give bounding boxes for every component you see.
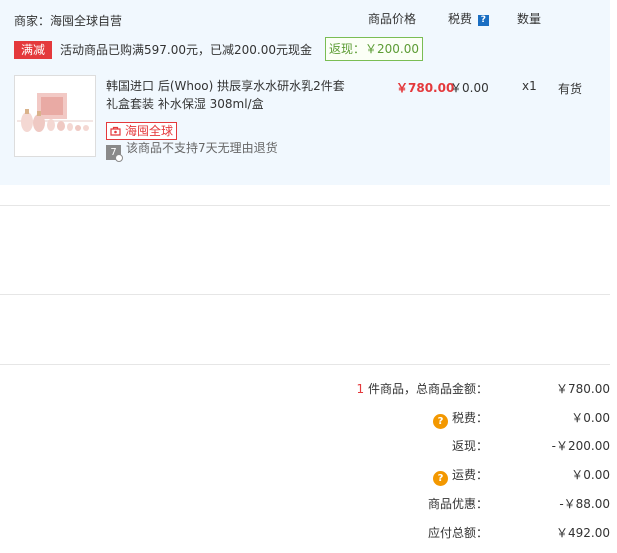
- section-divider: [0, 364, 610, 365]
- summary-shipping-label: ? 运费：: [432, 465, 488, 486]
- merchant-info: 商家：海囤全球自营: [14, 12, 122, 29]
- product-thumbnail[interactable]: [14, 75, 96, 157]
- shipping-label: 运费：: [451, 468, 488, 482]
- stock-status: 有货: [558, 82, 583, 96]
- global-tag-label: 海囤全球: [125, 124, 174, 138]
- no-return-notice: 7 该商品不支持7天无理由退货: [106, 140, 278, 162]
- column-header-quantity: 数量: [517, 12, 542, 26]
- promotion-text: 活动商品已购满597.00元，已减200.00元现金: [60, 43, 312, 57]
- rebate-badge: 返现：￥200.00: [325, 37, 423, 61]
- discount-label: 商品优惠：: [427, 497, 488, 511]
- summary-tax-row: ? 税费： ￥0.00: [330, 408, 610, 429]
- no-mark-icon: [115, 154, 123, 162]
- tax-info-icon[interactable]: ?: [432, 414, 448, 429]
- product-title[interactable]: 韩国进口 后(Whoo) 拱辰享水水研水乳2件套礼盒套装 补水保湿 308ml/…: [106, 77, 351, 113]
- tax-help-icon[interactable]: ?: [477, 15, 489, 26]
- section-divider: [0, 294, 610, 295]
- summary-items-label: 1 件商品，总商品金额：: [357, 379, 488, 399]
- items-total-label: 件商品，总商品金额：: [364, 382, 488, 396]
- summary-discount-row: 商品优惠： -￥88.00: [330, 494, 610, 514]
- column-header-tax-label: 税费: [448, 12, 473, 26]
- summary-tax-label: ? 税费：: [432, 408, 488, 429]
- items-total-value: ￥780.00: [556, 382, 610, 396]
- merchant-label: 商家：: [14, 14, 51, 28]
- order-product-block: 商家：海囤全球自营 商品价格 税费 ? 数量 满减 活动商品已购满597.00元…: [0, 0, 610, 185]
- discount-value: -￥88.00: [559, 497, 610, 511]
- payable-value: ￥492.00: [556, 526, 610, 540]
- column-header-price: 商品价格: [368, 12, 417, 26]
- product-image: [15, 76, 95, 156]
- no-return-text: 该商品不支持7天无理由退货: [126, 141, 278, 155]
- rebate-value: -￥200.00: [551, 439, 610, 453]
- tax-value: ￥0.00: [571, 411, 610, 425]
- shipping-value: ￥0.00: [571, 468, 610, 482]
- merchant-name[interactable]: 海囤全球自营: [50, 14, 122, 28]
- product-tax: ￥0.00: [450, 81, 489, 95]
- product-price: ￥780.00: [396, 81, 455, 95]
- global-purchase-tag: 海囤全球: [106, 122, 178, 140]
- summary-shipping-row: ? 运费： ￥0.00: [330, 465, 610, 486]
- section-divider: [0, 205, 610, 206]
- payable-label: 应付总额：: [427, 526, 488, 540]
- global-bag-icon: [110, 126, 121, 136]
- summary-items-total-row: 1 件商品，总商品金额： ￥780.00: [330, 379, 610, 399]
- column-header-tax: 税费 ?: [448, 10, 489, 27]
- summary-rebate-row: 返现： -￥200.00: [330, 436, 610, 456]
- summary-payable-row: 应付总额： ￥492.00: [330, 523, 610, 543]
- rebate-label: 返现：: [451, 439, 488, 453]
- shipping-info-icon[interactable]: ?: [432, 471, 448, 486]
- product-quantity: x1: [522, 79, 537, 93]
- promotion-badge: 满减: [14, 41, 52, 59]
- tax-label: 税费：: [451, 411, 488, 425]
- no-seven-day-return-icon: 7: [106, 145, 123, 162]
